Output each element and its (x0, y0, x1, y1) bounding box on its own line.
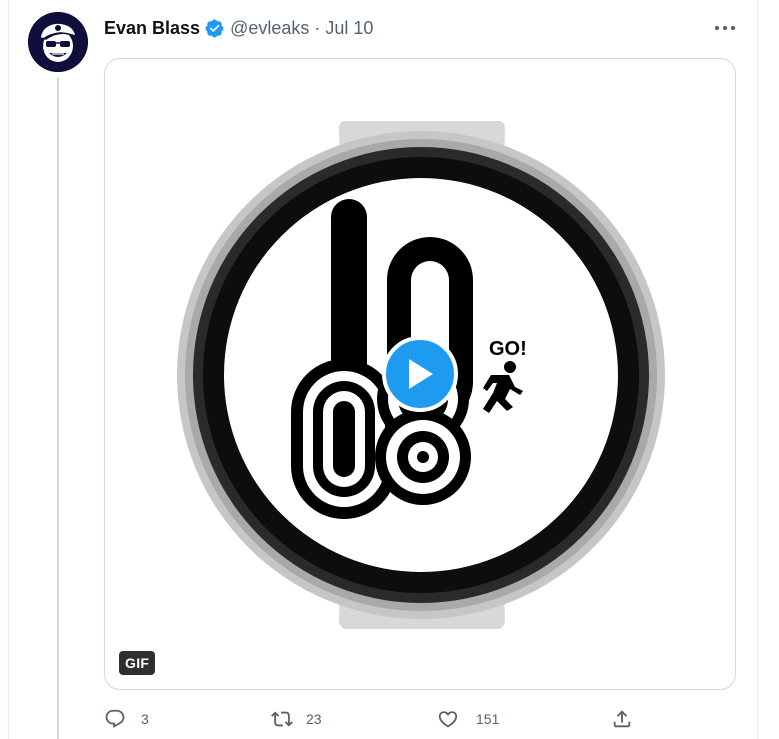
watch-caption: GO! (489, 338, 527, 360)
separator-dot: · (314, 17, 321, 38)
reply-button[interactable]: 3 (104, 706, 149, 732)
retweet-count: 23 (306, 711, 322, 727)
play-button[interactable] (382, 336, 458, 412)
more-options-button[interactable] (712, 16, 738, 40)
reply-icon (105, 709, 125, 728)
gif-badge: GIF (119, 651, 156, 675)
verified-badge-icon (205, 19, 224, 37)
retweet-button[interactable]: 23 (271, 706, 322, 732)
avatar[interactable] (28, 12, 88, 72)
play-icon (409, 359, 433, 389)
heart-icon (438, 711, 458, 728)
like-button[interactable]: 151 (437, 706, 499, 732)
tweet-actions: 3 23 151 (104, 706, 736, 732)
author-handle[interactable]: @evleaks (230, 18, 309, 39)
tweet[interactable]: Evan Blass @evleaks · Jul 10 GO! GIF 3 2… (0, 0, 779, 739)
tweet-header: Evan Blass @evleaks · Jul 10 (104, 17, 373, 39)
media-card[interactable]: GO! GIF (104, 58, 736, 690)
retweet-icon (271, 711, 293, 727)
tweet-date[interactable]: Jul 10 (325, 18, 373, 39)
reply-count: 3 (141, 711, 149, 727)
more-options-icon (714, 25, 736, 31)
share-button[interactable] (611, 706, 633, 732)
avatar-column (28, 12, 88, 72)
share-icon (613, 710, 631, 728)
thread-line (57, 78, 59, 739)
author-name[interactable]: Evan Blass (104, 18, 200, 39)
like-count: 151 (476, 711, 500, 727)
